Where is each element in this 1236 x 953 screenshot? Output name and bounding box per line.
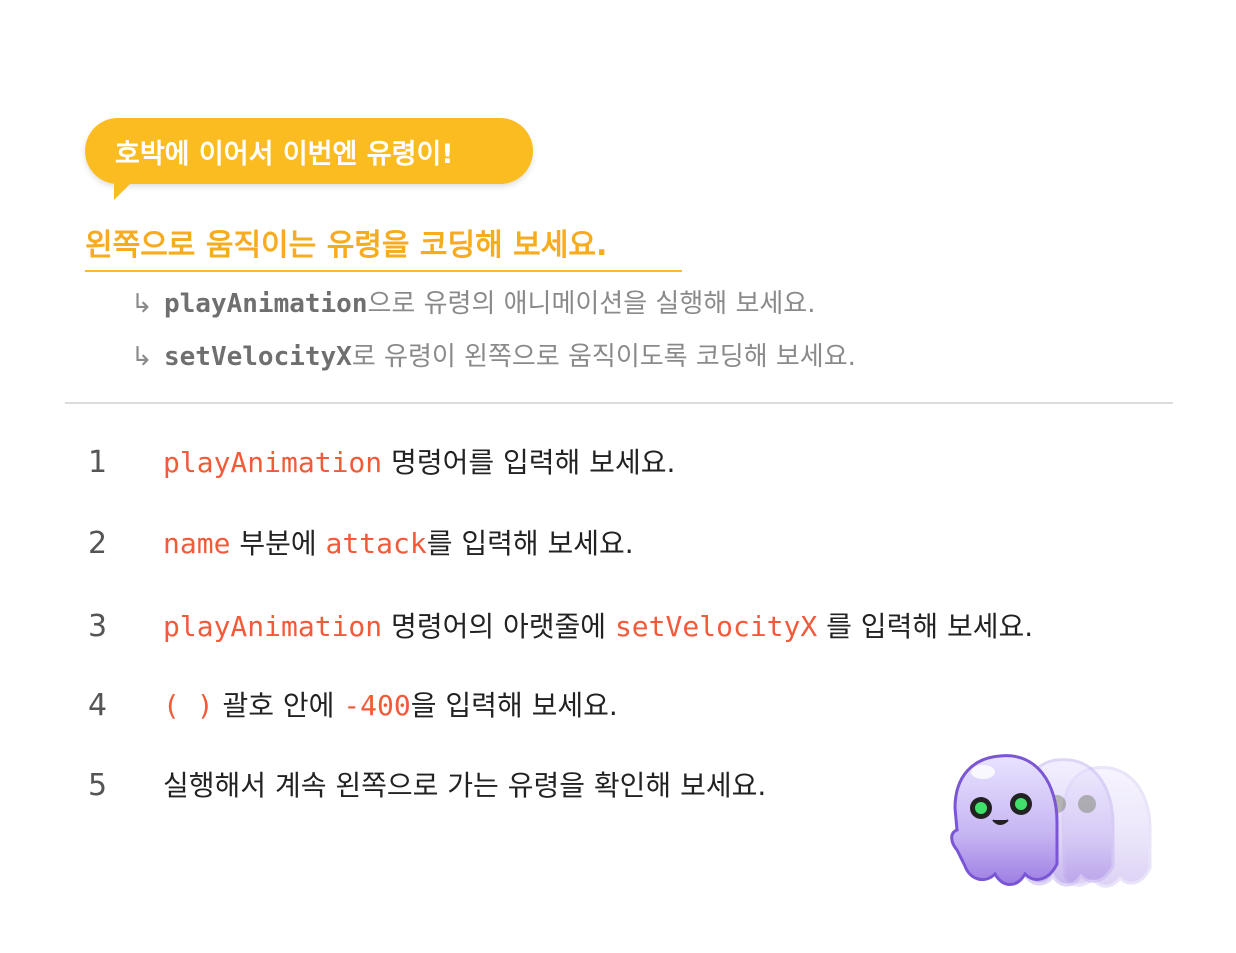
subpoint-code: playAnimation [164, 289, 368, 319]
code-token: ( ) [163, 689, 214, 722]
step-text: 를 입력해 보세요. [817, 610, 1034, 643]
code-token: setVelocityX [614, 610, 818, 643]
subpoint-text: 으로 유령의 애니메이션을 실행해 보세요. [367, 289, 816, 319]
step-text: 실행해서 계속 왼쪽으로 가는 유령을 확인해 보세요. [163, 769, 767, 802]
step-number: 3 [88, 609, 108, 644]
step-1: 1 playAnimation 명령어를 입력해 보세요. [88, 443, 675, 483]
step-3: 3 playAnimation 명령어의 아랫줄에 setVelocityX 를 … [88, 607, 1033, 647]
ghost-illustration [950, 754, 1152, 888]
step-4: 4 ( ) 괄호 안에 -400을 입력해 보세요. [88, 686, 618, 726]
return-arrow-icon: ↳ [131, 289, 153, 319]
code-token: -400 [343, 689, 411, 722]
step-5: 5 실행해서 계속 왼쪽으로 가는 유령을 확인해 보세요. [88, 766, 766, 806]
subpoint-2: ↳ setVelocityX로 유령이 왼쪽으로 움직이도록 코딩해 보세요. [131, 340, 856, 374]
subpoint-1: ↳ playAnimation으로 유령의 애니메이션을 실행해 보세요. [131, 287, 815, 321]
step-number: 4 [88, 688, 108, 723]
step-2: 2 name 부분에 attack를 입력해 보세요. [88, 524, 634, 564]
code-token: name [163, 527, 231, 560]
ghost-icon [950, 754, 1059, 886]
speech-bubble-tail [114, 178, 136, 200]
code-token: attack [325, 527, 427, 560]
step-text: 괄호 안에 [213, 689, 344, 722]
step-number: 5 [88, 768, 108, 803]
step-text: 명령어를 입력해 보세요. [382, 446, 676, 479]
subpoint-text: 로 유령이 왼쪽으로 움직이도록 코딩해 보세요. [351, 342, 856, 372]
section-divider [65, 402, 1173, 404]
bubble-text: 호박에 이어서 이번엔 유령이! [115, 138, 454, 170]
subpoint-code: setVelocityX [164, 342, 352, 372]
step-text: 부분에 [230, 527, 326, 560]
step-number: 1 [88, 445, 108, 480]
task-heading: 왼쪽으로 움직이는 유령을 코딩해 보세요. [85, 226, 682, 272]
return-arrow-icon: ↳ [131, 342, 153, 372]
code-token: playAnimation [163, 610, 383, 643]
step-number: 2 [88, 526, 108, 561]
step-text: 명령어의 아랫줄에 [382, 610, 615, 643]
step-text: 을 입력해 보세요. [410, 689, 618, 722]
step-text: 를 입력해 보세요. [426, 527, 634, 560]
speech-bubble: 호박에 이어서 이번엔 유령이! [85, 118, 533, 184]
code-token: playAnimation [163, 446, 383, 479]
